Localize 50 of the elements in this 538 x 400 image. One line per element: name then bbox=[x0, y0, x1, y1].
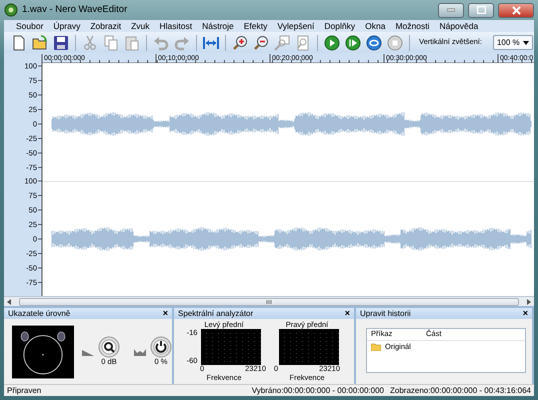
close-button[interactable]: × bbox=[162, 309, 168, 318]
zoom-out-icon[interactable] bbox=[253, 34, 269, 50]
panel-title: Upravit historii bbox=[360, 308, 411, 320]
horizontal-scrollbar[interactable] bbox=[4, 296, 534, 306]
window-title: 1.wav - Nero WaveEditor bbox=[22, 2, 128, 17]
folder-icon[interactable] bbox=[32, 34, 48, 50]
menu-item[interactable]: Úpravy bbox=[48, 20, 86, 32]
loop-icon[interactable] bbox=[366, 34, 382, 50]
notch-filter-icon bbox=[134, 348, 146, 356]
spectrum-display bbox=[279, 329, 339, 366]
app-logo-icon bbox=[4, 3, 18, 17]
close-button[interactable]: × bbox=[522, 309, 528, 318]
menu-item[interactable]: Soubor bbox=[11, 20, 48, 32]
menu-item[interactable]: Okna bbox=[360, 20, 390, 32]
menu-item[interactable]: Vylepšení bbox=[272, 20, 320, 32]
play-from-cursor-icon[interactable] bbox=[345, 34, 361, 50]
menu-item[interactable]: Zobrazit bbox=[85, 20, 126, 32]
panel-title: Ukazatele úrovně bbox=[8, 308, 70, 320]
zoom-in-icon[interactable] bbox=[232, 34, 248, 50]
spectrum-display bbox=[201, 329, 262, 366]
visible-range: Zobrazeno:00:00:00:000 - 00:43:16:064 bbox=[390, 384, 531, 396]
close-icon[interactable] bbox=[512, 6, 520, 14]
menu-item[interactable]: Efekty bbox=[238, 20, 272, 32]
selection-range: Vybráno:00:00:00:000 - 00:00:00:000 bbox=[252, 384, 384, 396]
knob-icon[interactable] bbox=[98, 336, 120, 358]
new-file-icon[interactable] bbox=[11, 34, 27, 50]
knob-icon[interactable] bbox=[150, 336, 172, 358]
scroll-left-arrow-icon[interactable] bbox=[7, 298, 11, 304]
zoom-dropdown[interactable]: 100 % bbox=[492, 35, 533, 50]
close-button[interactable] bbox=[498, 2, 534, 18]
panel-title: Spektrální analyzátor bbox=[178, 308, 254, 320]
level-meter-drawing bbox=[12, 322, 74, 380]
menu-item[interactable]: Možnosti bbox=[390, 20, 434, 32]
ramp-icon bbox=[82, 348, 94, 356]
folder-icon bbox=[371, 343, 381, 351]
dropdown-arrow-icon[interactable] bbox=[522, 40, 529, 44]
minimize-icon[interactable] bbox=[447, 8, 455, 12]
menu-item[interactable]: Hlasitost bbox=[154, 20, 198, 32]
maximize-button[interactable] bbox=[468, 2, 494, 18]
menu-item[interactable]: Nástroje bbox=[197, 20, 239, 32]
minimize-button[interactable] bbox=[438, 2, 464, 18]
scroll-right-arrow-icon[interactable] bbox=[527, 298, 531, 304]
menu-item[interactable]: Nápověda bbox=[434, 20, 484, 32]
status-text: Připraven bbox=[7, 384, 42, 396]
play-icon[interactable] bbox=[324, 34, 340, 50]
menu-item[interactable]: Doplňky bbox=[319, 20, 360, 32]
menu-item[interactable]: Zvuk bbox=[126, 20, 154, 32]
grip-icon bbox=[266, 300, 272, 304]
close-button[interactable]: × bbox=[344, 309, 350, 318]
fit-width-icon[interactable] bbox=[203, 34, 219, 50]
